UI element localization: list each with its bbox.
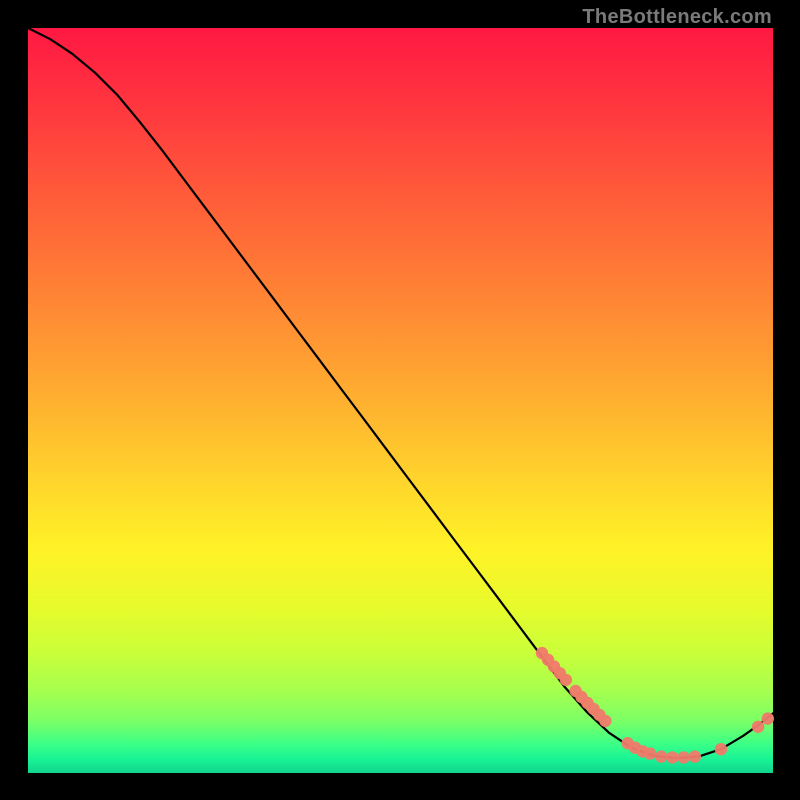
data-marker: [752, 721, 764, 733]
data-marker: [666, 751, 678, 763]
watermark-text: TheBottleneck.com: [582, 6, 772, 29]
chart-container: TheBottleneck.com: [0, 0, 800, 800]
data-marker: [644, 747, 656, 759]
data-marker: [655, 750, 667, 762]
data-markers: [536, 647, 774, 764]
data-curve: [28, 28, 773, 758]
data-marker: [689, 750, 701, 762]
data-marker: [677, 751, 689, 763]
data-marker: [715, 743, 727, 755]
chart-overlay-svg: [28, 28, 773, 773]
data-marker: [762, 712, 774, 724]
data-marker: [560, 674, 572, 686]
data-marker: [599, 715, 611, 727]
